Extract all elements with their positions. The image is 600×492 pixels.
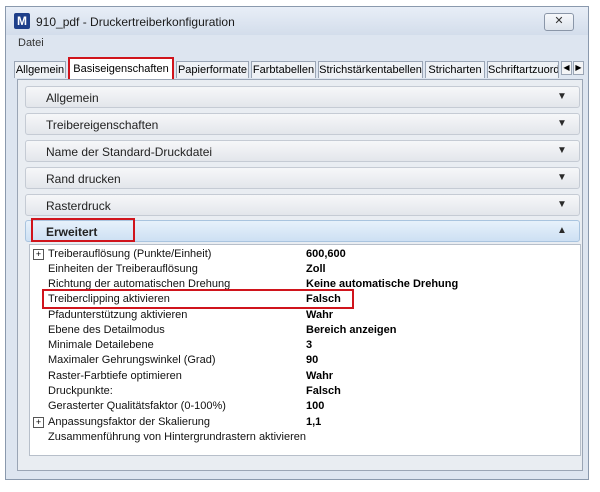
section-rasterdruck[interactable]: Rasterdruck ▼ <box>25 194 580 216</box>
property-row[interactable]: + Anpassungsfaktor der Skalierung 1,1 <box>30 415 580 430</box>
basiseigenschaften-panel: Allgemein ▼ Treibereigenschaften ▼ Name … <box>17 79 583 471</box>
property-value[interactable]: 1,1 <box>306 416 321 428</box>
chevron-down-icon: ▼ <box>557 172 567 183</box>
chevron-up-icon: ▲ <box>557 225 567 236</box>
property-value[interactable]: Bereich anzeigen <box>306 324 396 336</box>
property-name: Treiberauflösung (Punkte/Einheit) <box>48 248 212 260</box>
tab-schriftartzuordnung[interactable]: Schriftartzuord <box>487 61 559 78</box>
tab-scroll-left-icon[interactable]: ◀ <box>561 61 572 75</box>
title-bar: M 910_pdf - Druckertreiberkonfiguration … <box>6 7 588 35</box>
section-label: Treibereigenschaften <box>46 118 159 132</box>
section-treibereigenschaften[interactable]: Treibereigenschaften ▼ <box>25 113 580 135</box>
treiberclipping-highlight <box>42 289 354 309</box>
section-allgemein[interactable]: Allgemein ▼ <box>25 86 580 108</box>
tab-scroll-right-icon[interactable]: ▶ <box>573 61 584 75</box>
section-label: Name der Standard-Druckdatei <box>46 145 213 159</box>
chevron-down-icon: ▼ <box>557 145 567 156</box>
property-row[interactable]: Raster-Farbtiefe optimieren Wahr <box>30 369 580 384</box>
property-value[interactable]: 90 <box>306 354 318 366</box>
close-button[interactable]: ✕ <box>544 13 574 31</box>
property-name: Gerasterter Qualitätsfaktor (0-100%) <box>48 400 226 412</box>
property-value[interactable]: 100 <box>306 400 324 412</box>
printer-driver-config-window: M 910_pdf - Druckertreiberkonfiguration … <box>5 6 589 480</box>
property-row[interactable]: Zusammenführung von Hintergrundrastern a… <box>30 430 580 445</box>
property-name: Anpassungsfaktor der Skalierung <box>48 416 211 428</box>
property-grid: + Treiberauflösung (Punkte/Einheit) 600,… <box>29 244 581 456</box>
property-value[interactable]: 3 <box>306 339 312 351</box>
tab-farbtabellen[interactable]: Farbtabellen <box>251 61 316 78</box>
property-name: Ebene des Detailmodus <box>48 324 165 336</box>
property-row[interactable]: + Treiberauflösung (Punkte/Einheit) 600,… <box>30 247 580 262</box>
property-row[interactable]: Minimale Detailebene 3 <box>30 338 580 353</box>
property-value[interactable]: Wahr <box>306 309 333 321</box>
menu-bar: Datei <box>6 35 588 53</box>
section-label: Allgemein <box>46 91 99 105</box>
chevron-down-icon: ▼ <box>557 91 567 102</box>
window-title: 910_pdf - Druckertreiberkonfiguration <box>36 15 235 29</box>
property-row[interactable]: Gerasterter Qualitätsfaktor (0-100%) 100 <box>30 399 580 414</box>
property-name: Einheiten der Treiberauflösung <box>48 263 198 275</box>
tab-allgemein[interactable]: Allgemein <box>14 61 66 78</box>
property-name: Zusammenführung von Hintergrundrastern a… <box>48 431 307 443</box>
property-row[interactable]: Maximaler Gehrungswinkel (Grad) 90 <box>30 353 580 368</box>
property-name: Minimale Detailebene <box>48 339 154 351</box>
property-value[interactable]: Zoll <box>306 263 326 275</box>
tab-strichstaerkentabellen[interactable]: Strichstärkentabellen <box>318 61 423 78</box>
chevron-down-icon: ▼ <box>557 199 567 210</box>
chevron-down-icon: ▼ <box>557 118 567 129</box>
erweitert-highlight <box>31 218 135 242</box>
property-row[interactable]: Einheiten der Treiberauflösung Zoll <box>30 262 580 277</box>
property-value[interactable]: 600,600 <box>306 248 346 260</box>
tab-basiseigenschaften[interactable]: Basiseigenschaften <box>68 57 174 81</box>
property-row[interactable]: Ebene des Detailmodus Bereich anzeigen <box>30 323 580 338</box>
plus-box-icon[interactable]: + <box>33 417 44 428</box>
property-name: Maximaler Gehrungswinkel (Grad) <box>48 354 216 366</box>
property-name: Druckpunkte: <box>48 385 113 397</box>
property-value[interactable]: Wahr <box>306 370 333 382</box>
menu-datei[interactable]: Datei <box>18 37 44 49</box>
plus-box-icon[interactable]: + <box>33 249 44 260</box>
section-standard-druckdatei[interactable]: Name der Standard-Druckdatei ▼ <box>25 140 580 162</box>
property-name: Raster-Farbtiefe optimieren <box>48 370 182 382</box>
section-label: Rasterdruck <box>46 199 111 213</box>
property-row[interactable]: Druckpunkte: Falsch <box>30 384 580 399</box>
property-row[interactable]: Pfadunterstützung aktivieren Wahr <box>30 308 580 323</box>
tab-stricharten[interactable]: Stricharten <box>425 61 485 78</box>
section-label: Rand drucken <box>46 172 121 186</box>
app-logo-icon: M <box>14 13 30 29</box>
property-value[interactable]: Falsch <box>306 385 341 397</box>
section-rand-drucken[interactable]: Rand drucken ▼ <box>25 167 580 189</box>
property-name: Pfadunterstützung aktivieren <box>48 309 188 321</box>
tab-strip: Allgemein Basiseigenschaften Papierforma… <box>14 57 584 81</box>
tab-papierformate[interactable]: Papierformate <box>176 61 249 78</box>
